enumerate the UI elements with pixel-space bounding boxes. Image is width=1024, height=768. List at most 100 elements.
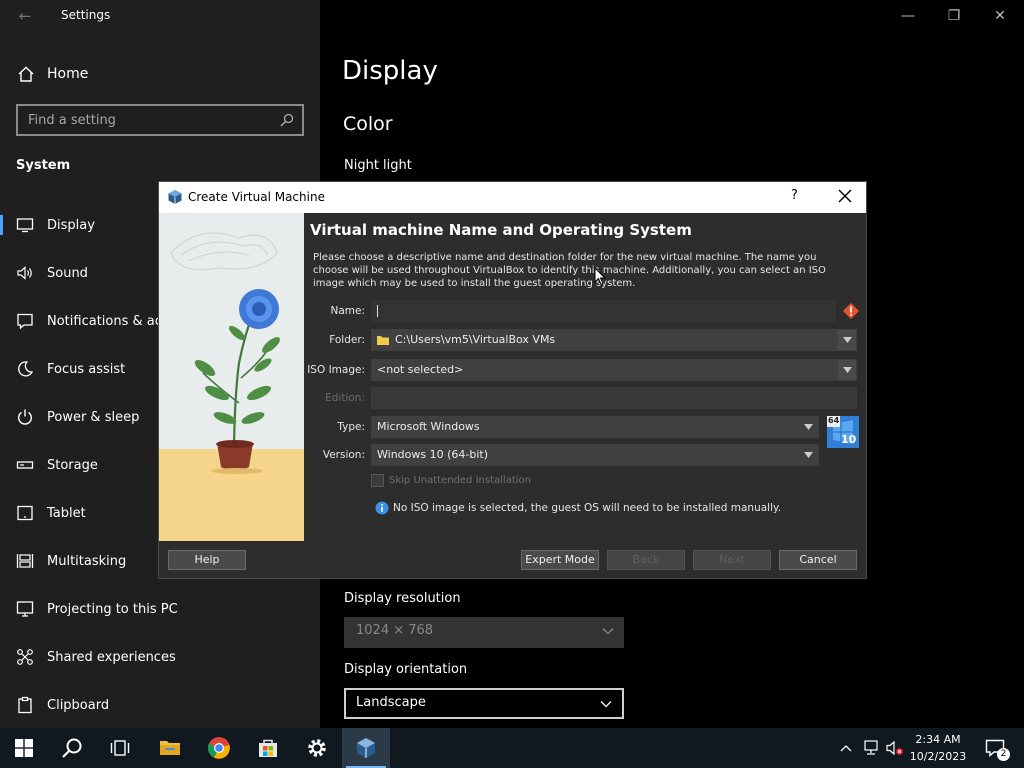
chevron-down-icon <box>804 424 813 430</box>
settings-search-box[interactable] <box>16 104 304 136</box>
projector-icon <box>16 601 34 617</box>
nav-item-label: Power & sleep <box>47 409 140 425</box>
folder-value: C:\Users\vm5\VirtualBox VMs <box>395 333 556 346</box>
store-button[interactable] <box>244 728 292 768</box>
iso-image-label: ISO Image: <box>307 364 365 376</box>
power-icon <box>18 409 32 425</box>
folder-icon <box>377 336 389 345</box>
speaker-icon <box>17 266 32 280</box>
folder-label: Folder: <box>329 334 365 346</box>
back-arrow-icon[interactable]: ← <box>14 6 36 26</box>
wizard-illustration <box>159 213 304 541</box>
resolution-label: Display resolution <box>344 591 461 606</box>
start-button[interactable] <box>0 728 48 768</box>
clipboard-icon <box>18 696 32 714</box>
chevron-down-icon <box>804 452 813 458</box>
virtualbox-taskbar-button[interactable] <box>342 728 390 768</box>
orientation-dropdown[interactable]: Landscape <box>344 688 624 719</box>
network-icon <box>864 740 878 755</box>
settings-taskbar-button[interactable] <box>293 728 341 768</box>
windows-logo-icon <box>15 739 33 757</box>
expert-mode-button[interactable]: Expert Mode <box>521 550 599 570</box>
chevron-up-icon <box>840 745 852 752</box>
file-explorer-button[interactable] <box>146 728 194 768</box>
vm-name-input[interactable] <box>371 300 836 322</box>
help-icon[interactable]: ? <box>791 188 798 203</box>
folder-dropdown-button[interactable] <box>838 330 856 350</box>
clock-date: 10/2/2023 <box>909 750 967 763</box>
mouse-cursor-icon <box>594 267 606 286</box>
version-label: Version: <box>322 449 365 461</box>
text-cursor <box>377 305 378 317</box>
os-version-value: Windows 10 (64-bit) <box>377 448 488 461</box>
help-button[interactable]: Help <box>168 550 246 570</box>
skip-unattended-checkbox[interactable] <box>371 474 384 487</box>
nav-item-label: Clipboard <box>47 697 110 713</box>
next-button[interactable]: Next <box>693 550 771 570</box>
nav-item-projecting[interactable]: Projecting to this PC <box>0 585 320 633</box>
show-hidden-icons-button[interactable] <box>836 728 856 768</box>
clock-time: 2:34 AM <box>915 733 961 746</box>
type-label: Type: <box>337 421 365 433</box>
clock[interactable]: 2:34 AM 10/2/2023 <box>908 731 968 765</box>
monitor-icon <box>16 218 34 233</box>
chrome-button[interactable] <box>195 728 243 768</box>
chevron-down-icon <box>842 367 852 373</box>
nav-item-label: Projecting to this PC <box>47 601 178 617</box>
nav-item-label: Sound <box>47 265 88 281</box>
dialog-titlebar: Create Virtual Machine ? <box>159 182 866 213</box>
info-icon <box>375 501 389 515</box>
orientation-label: Display orientation <box>344 662 468 677</box>
minimize-icon[interactable]: — <box>897 6 919 26</box>
cancel-button[interactable]: Cancel <box>779 550 857 570</box>
nav-item-clipboard[interactable]: Clipboard <box>0 681 320 729</box>
resolution-dropdown[interactable]: 1024 × 768 <box>344 617 624 648</box>
restore-icon[interactable]: ❐ <box>943 6 965 26</box>
tablet-icon <box>17 505 33 521</box>
nav-item-label: Shared experiences <box>47 649 176 665</box>
volume-muted-icon <box>886 740 903 756</box>
task-view-button[interactable] <box>96 728 144 768</box>
edition-label: Edition: <box>325 392 365 404</box>
taskbar: 2:34 AM 10/2/2023 2 <box>0 728 1024 768</box>
back-button[interactable]: Back <box>607 550 685 570</box>
action-center-button[interactable]: 2 <box>978 728 1012 768</box>
task-view-icon <box>110 740 130 756</box>
nav-item-label: Focus assist <box>47 361 126 377</box>
network-tray-button[interactable] <box>860 728 882 768</box>
moon-icon <box>18 361 34 377</box>
home-nav-item[interactable]: Home <box>0 60 320 88</box>
warning-icon <box>843 303 859 319</box>
home-label: Home <box>47 66 89 82</box>
settings-search-input[interactable] <box>28 111 268 129</box>
chevron-down-icon <box>600 701 612 708</box>
orientation-value: Landscape <box>356 695 426 710</box>
store-icon <box>259 739 277 757</box>
os-badge-bits: 64 <box>828 416 840 425</box>
taskbar-search-button[interactable] <box>48 728 96 768</box>
close-icon[interactable] <box>836 187 854 205</box>
virtualbox-icon <box>168 190 182 204</box>
iso-image-value: <not selected> <box>377 363 464 376</box>
notification-icon <box>17 313 33 330</box>
nav-item-shared-experiences[interactable]: Shared experiences <box>0 633 320 681</box>
name-label: Name: <box>330 305 365 317</box>
folder-select[interactable]: C:\Users\vm5\VirtualBox VMs <box>371 329 857 351</box>
chevron-down-icon <box>842 337 852 343</box>
multitasking-icon <box>16 554 34 568</box>
dialog-title: Create Virtual Machine <box>188 190 325 204</box>
wizard-description: Please choose a descriptive name and des… <box>313 252 826 289</box>
chrome-icon <box>207 737 230 759</box>
iso-dropdown-button[interactable] <box>838 360 856 380</box>
os-type-select[interactable]: Microsoft Windows <box>371 416 819 438</box>
search-icon[interactable] <box>280 113 294 127</box>
info-message: No ISO image is selected, the guest OS w… <box>393 502 782 514</box>
volume-tray-button[interactable] <box>884 728 906 768</box>
section-title: Color <box>343 113 393 135</box>
windows-10-os-icon: 64 10 <box>827 416 859 448</box>
close-icon[interactable]: ✕ <box>989 6 1011 26</box>
info-message-row: No ISO image is selected, the guest OS w… <box>375 501 781 515</box>
create-vm-dialog: Create Virtual Machine ? Virtual machine… <box>158 181 867 579</box>
os-version-select[interactable]: Windows 10 (64-bit) <box>371 444 819 466</box>
iso-image-select[interactable]: <not selected> <box>371 359 857 381</box>
